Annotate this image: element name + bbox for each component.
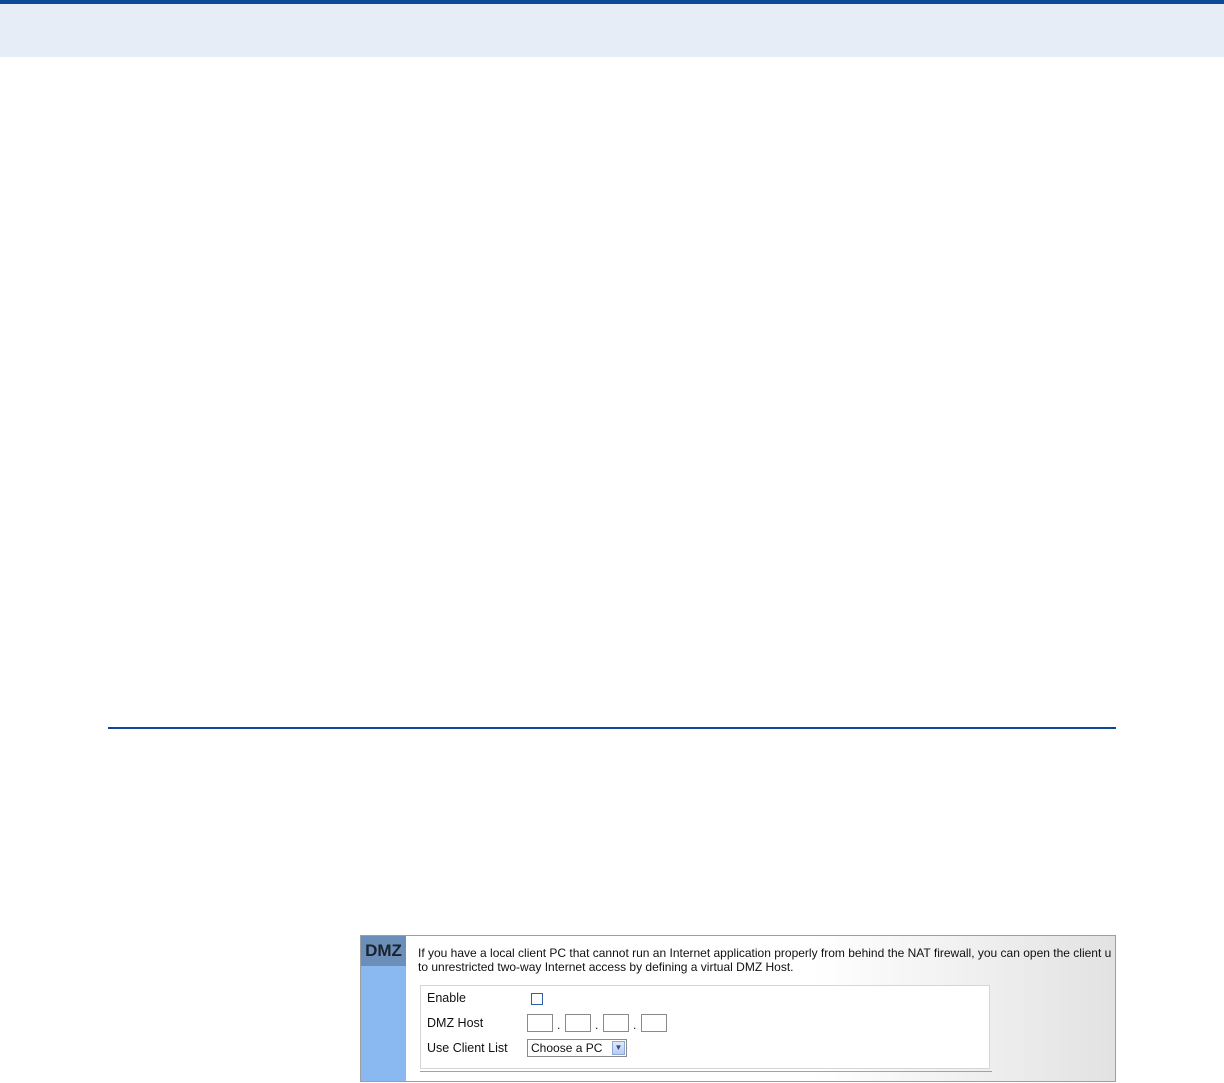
panel-title: DMZ (361, 936, 406, 966)
enable-label: Enable (427, 991, 466, 1005)
dmz-form: Enable DMZ Host . . . Use Client List Ch… (420, 985, 990, 1069)
ip-separator: . (557, 1018, 561, 1032)
description-line-2: to unrestricted two-way Internet access … (418, 960, 794, 974)
panel-sidebar: DMZ (361, 936, 406, 1081)
client-list-select[interactable]: Choose a PC ▼ (527, 1039, 627, 1057)
description-line-1: If you have a local client PC that canno… (418, 946, 1112, 960)
section-divider (108, 727, 1116, 729)
client-list-label: Use Client List (427, 1041, 508, 1055)
page-header-band (0, 0, 1224, 57)
dmz-settings-screenshot: DMZ If you have a local client PC that c… (360, 935, 1116, 1082)
panel-description: If you have a local client PC that canno… (418, 946, 1115, 974)
client-list-row: Use Client List Choose a PC ▼ (427, 1038, 987, 1060)
client-list-selected-value: Choose a PC (531, 1041, 603, 1055)
dmz-host-octet-1[interactable] (527, 1014, 553, 1032)
dmz-host-label: DMZ Host (427, 1016, 484, 1030)
dmz-host-octet-4[interactable] (641, 1014, 667, 1032)
dmz-host-octet-3[interactable] (603, 1014, 629, 1032)
ip-separator: . (595, 1018, 599, 1032)
dmz-host-octet-2[interactable] (565, 1014, 591, 1032)
enable-row: Enable (427, 988, 987, 1010)
enable-checkbox[interactable] (531, 993, 543, 1005)
ip-separator: . (633, 1018, 637, 1032)
dmz-host-row: DMZ Host . . . (427, 1013, 987, 1035)
chevron-down-icon[interactable]: ▼ (612, 1041, 625, 1055)
form-bottom-line (420, 1071, 992, 1072)
